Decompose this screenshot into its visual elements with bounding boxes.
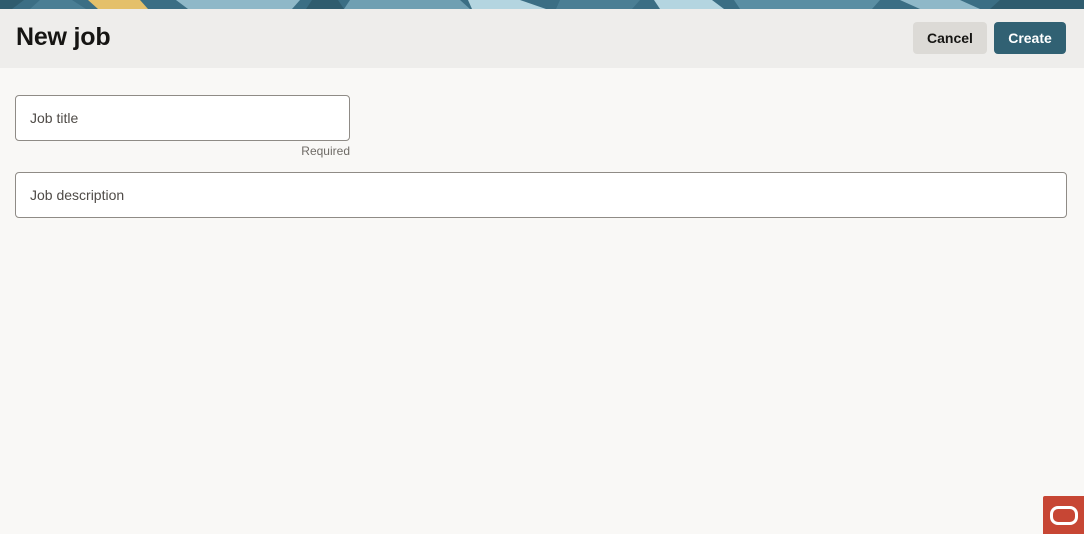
job-title-field[interactable] bbox=[15, 95, 350, 141]
decorative-banner bbox=[0, 0, 1084, 9]
required-helper-text: Required bbox=[301, 144, 350, 158]
job-title-input[interactable] bbox=[30, 96, 335, 140]
create-button[interactable]: Create bbox=[994, 22, 1066, 54]
oracle-ring-shape bbox=[1049, 505, 1078, 525]
job-description-field[interactable] bbox=[15, 172, 1067, 218]
oracle-logo-icon[interactable] bbox=[1043, 496, 1084, 534]
cancel-button[interactable]: Cancel bbox=[913, 22, 987, 54]
page-title: New job bbox=[16, 23, 111, 51]
job-description-input[interactable] bbox=[30, 173, 1052, 217]
page-header: New job Cancel Create bbox=[0, 9, 1084, 68]
